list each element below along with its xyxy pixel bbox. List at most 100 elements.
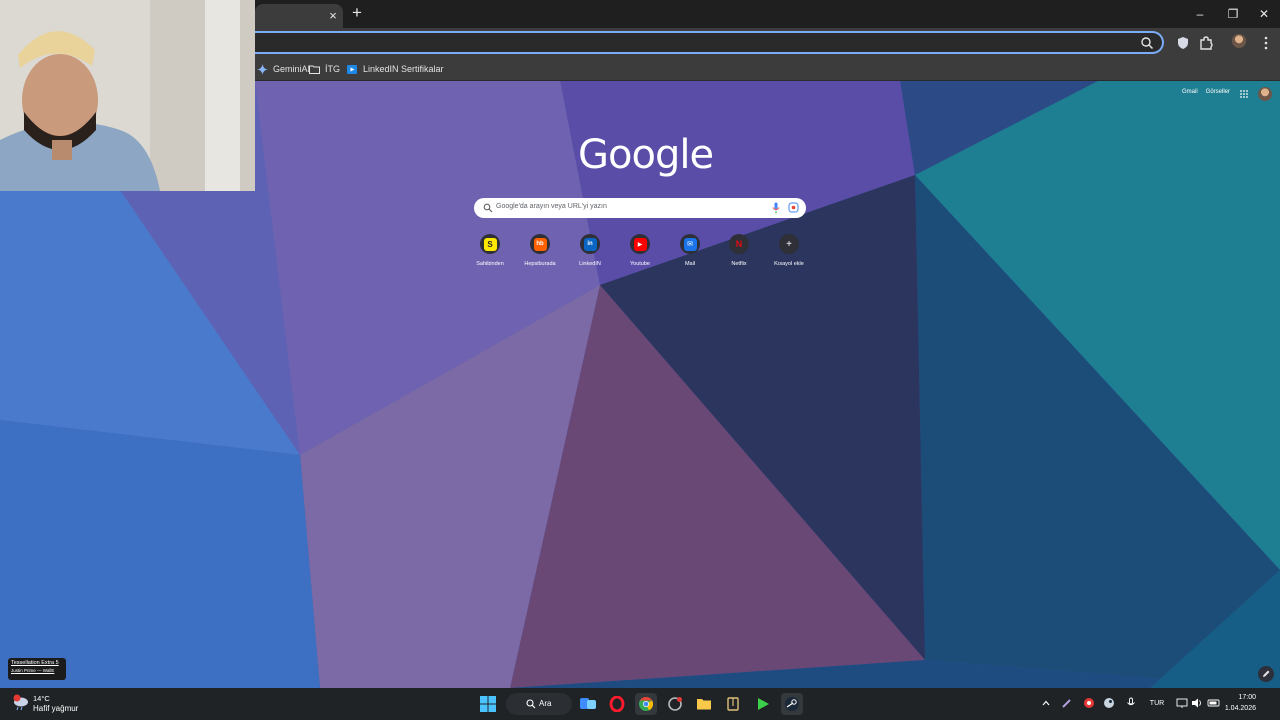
network-icon[interactable] [1175, 696, 1189, 710]
extension-shield-icon[interactable] [1173, 33, 1193, 53]
search-icon[interactable] [1140, 36, 1154, 50]
steam-tray-icon[interactable] [1102, 696, 1116, 710]
show-hidden-icons-chevron-icon[interactable] [1039, 696, 1053, 710]
sahibinden-icon: S [480, 234, 500, 254]
browser-tab-strip: × + – ❐ ✕ [255, 0, 1280, 28]
clock-date: 1.04.2026 [1224, 705, 1256, 712]
shortcut-youtube[interactable]: ▶ Youtube [618, 234, 662, 274]
rain-cloud-icon [13, 694, 28, 711]
add-shortcut-icon: + [779, 234, 799, 254]
folder-icon [697, 699, 711, 710]
taskbar-app-archive[interactable] [722, 693, 744, 715]
shortcut-glyph: S [483, 237, 497, 251]
screen: × + – ❐ ✕ GeminiAI İTG LinkedIN Sertifik… [0, 0, 1280, 720]
taskbar-app-widgets[interactable] [577, 693, 599, 715]
search-icon [526, 699, 536, 709]
bookmark-label: GeminiAI [273, 64, 311, 74]
profile-avatar[interactable] [1232, 34, 1246, 48]
weather-temperature: 14°C [33, 694, 50, 703]
youtube-icon: ▶ [630, 234, 650, 254]
start-button[interactable] [477, 693, 499, 715]
ntp-top-links: Gmail Görseller [1182, 89, 1230, 95]
shortcut-add[interactable]: + Kısayol ekle [767, 234, 811, 274]
search-placeholder: Google'da arayın veya URL'yi yazın [496, 203, 607, 210]
opera-icon [609, 696, 625, 712]
google-logo: Google [578, 132, 714, 178]
bookmarks-bar: GeminiAI İTG LinkedIN Sertifikalar [255, 57, 1280, 81]
address-bar[interactable] [255, 31, 1164, 54]
google-apps-icon[interactable] [1239, 89, 1249, 99]
taskbar-search[interactable]: Ara [506, 693, 572, 715]
maximize-button[interactable]: ❐ [1218, 4, 1248, 24]
shortcut-glyph: in [583, 237, 597, 251]
customize-page-button[interactable] [1258, 666, 1274, 682]
bookmark-folder-itg[interactable]: İTG [309, 60, 340, 78]
images-link[interactable]: Görseller [1206, 89, 1230, 95]
shortcut-glyph: hb [533, 237, 547, 251]
steam-icon [785, 697, 799, 711]
widgets-app-icon [580, 698, 596, 709]
chrome-icon [639, 696, 654, 711]
shortcut-sahibinden[interactable]: S Sahibinden [468, 234, 512, 274]
input-language-indicator[interactable]: TUR [1146, 696, 1168, 710]
shortcut-glyph: N [732, 237, 746, 251]
windows-logo-icon [480, 696, 496, 712]
taskbar-app-steam[interactable] [781, 693, 803, 715]
taskbar-app-chrome[interactable] [635, 693, 657, 715]
weather-description: Hafif yağmur [33, 704, 79, 713]
ntp-account-avatar[interactable] [1258, 87, 1272, 101]
now-playing-subtitle: Justin Prime — WallE [11, 668, 55, 673]
new-tab-button[interactable]: + [347, 4, 367, 24]
browser-tab[interactable]: × [255, 4, 343, 28]
shortcut-glyph: ✉ [683, 237, 697, 251]
volume-icon[interactable] [1190, 696, 1204, 710]
folder-icon [309, 65, 320, 74]
antivirus-tray-icon[interactable] [1082, 696, 1096, 710]
taskbar-app-file-explorer[interactable] [693, 693, 715, 715]
pen-tray-icon[interactable] [1060, 696, 1074, 710]
search-icon [483, 203, 493, 213]
browser-toolbar [255, 28, 1280, 57]
microphone-tray-icon[interactable] [1124, 696, 1138, 710]
extensions-puzzle-icon[interactable] [1196, 33, 1216, 53]
minimize-button[interactable]: – [1185, 4, 1215, 24]
archive-icon [727, 697, 739, 711]
weather-widget[interactable]: 14°C Hafif yağmur [12, 692, 102, 716]
close-window-button[interactable]: ✕ [1249, 4, 1279, 24]
now-playing-title: Tessellation Extra 5 [11, 660, 59, 666]
mail-icon: ✉ [680, 234, 700, 254]
hepsiburada-icon: hb [530, 234, 550, 254]
taskbar-app-opera[interactable] [606, 693, 628, 715]
shortcut-label: Kısayol ekle [774, 261, 804, 267]
voice-search-icon[interactable] [772, 202, 780, 214]
shortcut-mail[interactable]: ✉ Mail [668, 234, 712, 274]
gmail-link[interactable]: Gmail [1182, 89, 1198, 95]
ntp-search-box[interactable]: Google'da arayın veya URL'yi yazın [474, 198, 806, 218]
netflix-icon: N [729, 234, 749, 254]
bookmark-geminiai[interactable]: GeminiAI [257, 60, 310, 78]
taskbar-search-label: Ara [539, 699, 552, 708]
taskbar-clock[interactable]: 17:00 1.04.2026 [1206, 692, 1256, 714]
webcam-overlay [0, 0, 255, 191]
shortcut-glyph: + [782, 237, 796, 251]
shortcut-hepsiburada[interactable]: hb Hepsiburada [518, 234, 562, 274]
taskbar-app-media-player[interactable] [752, 693, 774, 715]
shortcut-linkedin[interactable]: in LinkedIN [568, 234, 612, 274]
more-menu-icon[interactable] [1256, 33, 1276, 53]
opera-gx-icon [668, 697, 682, 711]
taskbar-app-opera-gx[interactable] [664, 693, 686, 715]
gemini-icon [257, 63, 268, 75]
shortcut-netflix[interactable]: N Netflix [717, 234, 761, 274]
linkedin-bookmark-icon [347, 64, 357, 74]
pencil-icon [1263, 670, 1270, 677]
bookmark-label: LinkedIN Sertifikalar [363, 64, 444, 74]
play-icon [758, 698, 769, 710]
now-playing-widget[interactable]: Tessellation Extra 5 Justin Prime — Wall… [8, 658, 66, 680]
bookmark-label: İTG [325, 64, 340, 74]
google-lens-icon[interactable] [788, 202, 799, 213]
shortcut-glyph: ▶ [633, 237, 647, 251]
tab-close-icon[interactable]: × [325, 8, 341, 24]
taskbar: 14°C Hafif yağmur Ara TUR 17:00 1.04.202… [0, 688, 1280, 720]
clock-time: 17:00 [1238, 694, 1256, 701]
bookmark-linkedin-sertifikalar[interactable]: LinkedIN Sertifikalar [347, 60, 444, 78]
